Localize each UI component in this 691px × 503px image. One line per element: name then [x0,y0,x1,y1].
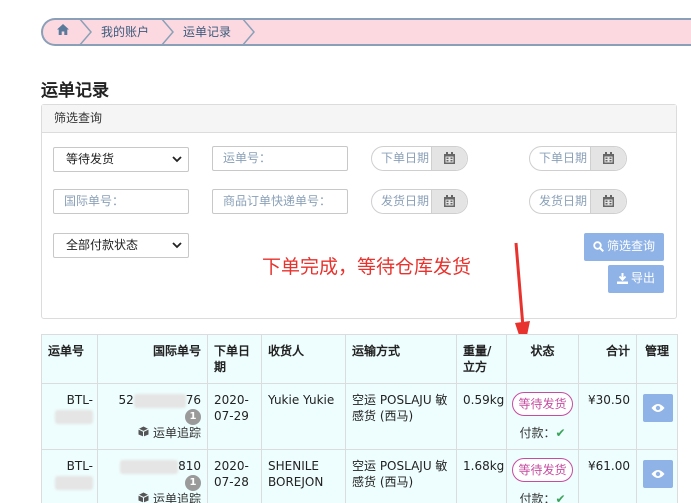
ship-date-start-placeholder: 发货日期 [381,194,430,208]
redacted-text [55,475,93,490]
order-date-end[interactable]: 下单日期 [529,146,627,171]
order-date-start[interactable]: 下单日期 [371,146,468,171]
breadcrumb-item-account[interactable]: 我的账户 [101,20,149,44]
waybill-number[interactable]: BTL- [67,393,93,407]
shipping-cell: 空运 POSLAJU 敏感货 (西马) [345,449,457,503]
payment-status: 付款：✔ [511,491,574,503]
status-badge: 等待发货 [512,458,573,482]
manage-cell [636,449,678,503]
breadcrumb-item-waybills[interactable]: 运单记录 [183,20,231,44]
calendar-icon[interactable] [431,147,467,170]
redacted-text [120,459,179,474]
ship-date-end-placeholder: 发货日期 [539,194,588,208]
column-header: 合计 [578,334,637,384]
order-date-end-placeholder: 下单日期 [539,151,588,165]
filter-panel-heading: 筛选查询 [42,105,676,133]
payment-label: 付款： [519,426,556,440]
ship-date-start[interactable]: 发货日期 [371,189,468,214]
filter-search-label: 筛选查询 [606,239,655,253]
intl-number-cell: 810 1 运单追踪 [97,449,208,503]
intl-number-cell: 52 76 1 运单追踪 [97,383,208,450]
receiver-cell: SHENILE BOREJON [261,449,346,503]
page: 我的账户 运单记录 运单记录 筛选查询 等待发货 运单号： 下单日期 下单日期 [0,0,691,503]
track-link[interactable]: 运单追踪 [138,492,201,503]
waybill-number[interactable]: BTL- [67,459,93,473]
ship-date-end[interactable]: 发货日期 [529,189,627,214]
package-icon [138,492,149,502]
intl-number-input[interactable]: 国际单号： [53,189,189,214]
filter-panel: 筛选查询 等待发货 运单号： 下单日期 下单日期 国际单号： 商品订单快递单号：… [41,104,677,319]
column-header: 运输方式 [345,334,457,384]
status-select-value: 等待发货 [66,152,115,166]
status-badge: 等待发货 [512,392,573,416]
redacted-text [133,393,186,408]
payment-label: 付款： [519,492,556,503]
column-header: 收货人 [261,334,346,384]
intl-number-suffix: 810 [178,459,201,473]
package-icon [138,426,149,436]
table-row: BTL- 810 1 运单追踪 2020-07-28 SHENILE BOREJ… [41,449,678,503]
date-cell: 2020-07-28 [207,449,262,503]
shipping-cell: 空运 POSLAJU 敏感货 (西马) [345,383,457,450]
column-header: 运单号 [41,334,98,384]
export-label: 导出 [630,271,655,285]
date-cell: 2020-07-29 [207,383,262,450]
redacted-text [55,409,93,424]
payment-status-select[interactable]: 全部付款状态 [53,233,189,258]
download-icon [616,273,628,284]
calendar-icon[interactable] [431,190,467,213]
express-number-input[interactable]: 商品订单快递单号： [212,189,348,214]
waybill-cell: BTL- [41,449,98,503]
count-badge: 1 [185,474,201,491]
waybill-cell: BTL- [41,383,98,450]
annotation-text: 下单完成，等待仓库发货 [262,256,472,278]
weight-cell: 0.59kg [456,383,507,450]
column-header: 管理 [636,334,678,384]
intl-number-suffix: 76 [185,393,201,407]
calendar-icon[interactable] [590,190,626,213]
filter-search-button[interactable]: 筛选查询 [584,233,664,261]
eye-icon [651,470,665,478]
status-cell: 等待发货 付款：✔ [506,383,579,450]
view-button[interactable] [643,394,673,422]
track-link-label: 运单追踪 [152,425,201,440]
table-row: BTL- 52 76 1 运单追踪 2020-07-29 Yukie Yukie … [41,383,678,450]
status-select[interactable]: 等待发货 [53,147,189,172]
breadcrumb: 我的账户 运单记录 [41,18,691,46]
waybill-input[interactable]: 运单号： [212,146,348,171]
intl-number-prefix: 52 [118,393,134,407]
weight-cell: 1.68kg [456,449,507,503]
track-link[interactable]: 运单追踪 [138,426,201,440]
count-badge: 1 [185,408,201,425]
check-icon: ✔ [555,492,566,503]
status-cell: 等待发货 付款：✔ [506,449,579,503]
eye-icon [651,404,665,412]
column-header: 下单日期 [207,334,262,384]
receiver-cell: Yukie Yukie [261,383,346,450]
check-icon: ✔ [555,426,566,440]
payment-status: 付款：✔ [511,425,574,441]
column-header: 重量/立方 [456,334,507,384]
view-button[interactable] [643,460,673,488]
order-date-start-placeholder: 下单日期 [381,151,430,165]
chevron-down-icon [172,234,182,257]
calendar-icon[interactable] [590,147,626,170]
payment-status-select-value: 全部付款状态 [66,238,139,252]
total-cell: ¥30.50 [578,383,637,450]
column-header: 状态 [506,334,579,384]
home-icon[interactable] [53,20,73,44]
search-icon [593,241,604,253]
column-header: 国际单号 [97,334,208,384]
total-cell: ¥61.00 [578,449,637,503]
manage-cell [636,383,678,450]
page-title: 运单记录 [41,81,109,101]
waybill-table: 运单号 国际单号 下单日期 收货人 运输方式 重量/立方 状态 合计 管理 BT… [41,334,678,503]
track-link-label: 运单追踪 [152,491,201,503]
table-header-row: 运单号 国际单号 下单日期 收货人 运输方式 重量/立方 状态 合计 管理 [41,334,678,384]
export-button[interactable]: 导出 [608,265,664,293]
chevron-down-icon [172,148,182,171]
